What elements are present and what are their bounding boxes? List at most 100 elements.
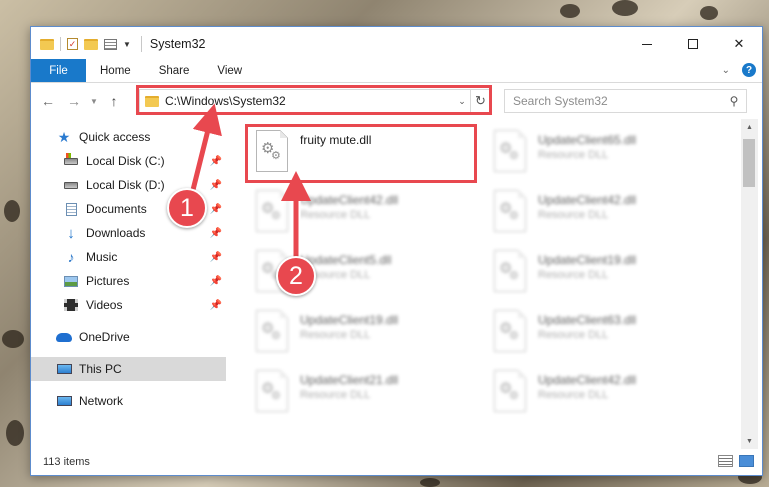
pin-icon[interactable]: 📌 bbox=[206, 228, 226, 239]
pin-icon[interactable]: 📌 bbox=[206, 156, 226, 167]
title-divider bbox=[140, 36, 142, 52]
dll-file-icon: ⚙⚙ bbox=[256, 370, 288, 412]
sidebar-item-label: Network bbox=[79, 394, 124, 408]
pin-icon[interactable]: 📌 bbox=[206, 204, 226, 215]
large-icons-view-icon[interactable] bbox=[739, 455, 754, 467]
minimize-button[interactable] bbox=[624, 27, 670, 61]
star-icon: ★ bbox=[57, 128, 71, 145]
sidebar-item-videos[interactable]: Videos 📌 bbox=[31, 293, 226, 317]
forward-arrow-icon[interactable]: → bbox=[61, 93, 87, 109]
computer-icon bbox=[56, 362, 72, 376]
file-item[interactable]: ⚙ ⚙ UpdateClient63.dll Resource DLL bbox=[482, 305, 714, 363]
sidebar-item-pictures[interactable]: Pictures 📌 bbox=[31, 269, 226, 293]
file-item[interactable]: ⚙ ⚙ UpdateClient19.dll Resource DLL bbox=[244, 305, 476, 363]
properties-check-icon[interactable]: ✓ bbox=[67, 38, 78, 50]
file-type: Resource DLL bbox=[538, 149, 609, 161]
help-icon[interactable]: ? bbox=[742, 63, 756, 77]
scrollbar-thumb[interactable] bbox=[743, 139, 755, 187]
tab-file[interactable]: File bbox=[31, 59, 86, 82]
expand-ribbon-icon[interactable]: ⌄ bbox=[722, 65, 730, 76]
maximize-button[interactable] bbox=[670, 27, 716, 61]
item-count: 113 items bbox=[43, 456, 90, 468]
back-arrow-icon[interactable]: ← bbox=[35, 93, 61, 109]
tab-view[interactable]: View bbox=[203, 59, 256, 82]
sidebar-item-onedrive[interactable]: OneDrive bbox=[31, 325, 226, 349]
customize-toolbar-icon[interactable]: ▼ bbox=[123, 40, 131, 49]
sidebar-item-label: OneDrive bbox=[79, 330, 130, 344]
search-input[interactable] bbox=[513, 94, 722, 108]
file-item[interactable]: ⚙ ⚙ UpdateClient19.dll Resource DLL bbox=[482, 245, 714, 303]
search-box[interactable]: ⚲ bbox=[504, 89, 747, 113]
file-highlight bbox=[245, 124, 477, 183]
sidebar-item-label: Local Disk (C:) bbox=[86, 154, 165, 168]
file-type: Resource DLL bbox=[300, 329, 371, 341]
ribbon-right-controls: ⌄ ? bbox=[722, 63, 756, 77]
status-bar: 113 items bbox=[31, 449, 762, 475]
search-icon[interactable]: ⚲ bbox=[722, 94, 746, 108]
file-item[interactable]: ⚙ ⚙ UpdateClient65.dll Resource DLL bbox=[482, 125, 714, 183]
pin-icon[interactable]: 📌 bbox=[206, 252, 226, 263]
sidebar-item-label: This PC bbox=[79, 362, 122, 376]
file-type: Resource DLL bbox=[300, 209, 371, 221]
file-type: Resource DLL bbox=[538, 329, 609, 341]
pin-icon[interactable]: 📌 bbox=[206, 276, 226, 287]
dll-file-icon: ⚙⚙ bbox=[256, 310, 288, 352]
recent-locations-icon[interactable]: ▼ bbox=[87, 97, 101, 106]
navigation-pane: ★ Quick access Local Disk (C:) 📌 Local D… bbox=[31, 125, 226, 445]
address-bar-highlight bbox=[136, 85, 492, 115]
scroll-up-icon[interactable]: ▲ bbox=[741, 119, 758, 135]
network-icon bbox=[56, 394, 72, 408]
folder-icon bbox=[40, 38, 54, 50]
file-type: Resource DLL bbox=[538, 209, 609, 221]
maximize-icon bbox=[688, 39, 698, 49]
onedrive-cloud-icon bbox=[56, 330, 72, 344]
file-name: UpdateClient21.dll bbox=[300, 373, 399, 387]
scroll-down-icon[interactable]: ▼ bbox=[741, 433, 758, 449]
pin-icon[interactable]: 📌 bbox=[206, 180, 226, 191]
file-name: UpdateClient19.dll bbox=[300, 313, 399, 327]
tab-share[interactable]: Share bbox=[145, 59, 204, 82]
documents-icon bbox=[63, 202, 79, 216]
properties-icon[interactable] bbox=[104, 38, 117, 50]
vertical-scrollbar[interactable]: ▲ ▼ bbox=[741, 119, 758, 449]
dll-file-icon: ⚙⚙ bbox=[494, 190, 526, 232]
file-item[interactable]: ⚙ ⚙ UpdateClient42.dll Resource DLL bbox=[244, 185, 476, 243]
window-controls: ✕ bbox=[624, 27, 762, 61]
close-icon: ✕ bbox=[733, 36, 745, 51]
minimize-icon bbox=[642, 43, 652, 45]
toolbar-divider bbox=[60, 37, 61, 51]
music-icon: ♪ bbox=[67, 249, 75, 265]
tab-home[interactable]: Home bbox=[86, 59, 145, 82]
file-type: Resource DLL bbox=[538, 389, 609, 401]
downloads-icon: ↓ bbox=[67, 224, 75, 242]
file-item[interactable]: ⚙ ⚙ UpdateClient21.dll Resource DLL bbox=[244, 365, 476, 423]
dll-file-icon: ⚙⚙ bbox=[494, 310, 526, 352]
file-type: Resource DLL bbox=[538, 269, 609, 281]
file-type: Resource DLL bbox=[300, 389, 371, 401]
sidebar-item-music[interactable]: ♪ Music 📌 bbox=[31, 245, 226, 269]
file-name: UpdateClient5.dll bbox=[300, 253, 392, 267]
file-name: UpdateClient65.dll bbox=[538, 133, 637, 147]
details-view-icon[interactable] bbox=[718, 455, 733, 467]
sidebar-item-network[interactable]: Network bbox=[31, 389, 226, 413]
sidebar-item-label: Videos bbox=[86, 298, 123, 312]
dll-file-icon: ⚙⚙ bbox=[494, 250, 526, 292]
new-folder-icon[interactable] bbox=[84, 38, 98, 50]
drive-icon bbox=[63, 152, 79, 168]
view-toggle bbox=[718, 455, 754, 467]
dll-file-icon: ⚙⚙ bbox=[256, 190, 288, 232]
file-name: UpdateClient63.dll bbox=[538, 313, 637, 327]
sidebar-item-this-pc[interactable]: This PC bbox=[31, 357, 226, 381]
file-item[interactable]: ⚙ ⚙ UpdateClient42.dll Resource DLL bbox=[482, 185, 714, 243]
sidebar-item-quick-access[interactable]: ★ Quick access bbox=[31, 125, 226, 149]
up-arrow-icon[interactable]: ↑ bbox=[101, 93, 127, 109]
title-bar: ✓ ▼ System32 ✕ bbox=[31, 27, 762, 61]
quick-access-toolbar: ✓ ▼ bbox=[31, 37, 131, 51]
file-name: UpdateClient19.dll bbox=[538, 253, 637, 267]
window-title: System32 bbox=[149, 37, 206, 51]
close-button[interactable]: ✕ bbox=[716, 27, 762, 61]
sidebar-item-local-disk-c[interactable]: Local Disk (C:) 📌 bbox=[31, 149, 226, 173]
pin-icon[interactable]: 📌 bbox=[206, 300, 226, 311]
file-item[interactable]: ⚙ ⚙ UpdateClient42.dll Resource DLL bbox=[482, 365, 714, 423]
file-name: UpdateClient42.dll bbox=[538, 373, 637, 387]
